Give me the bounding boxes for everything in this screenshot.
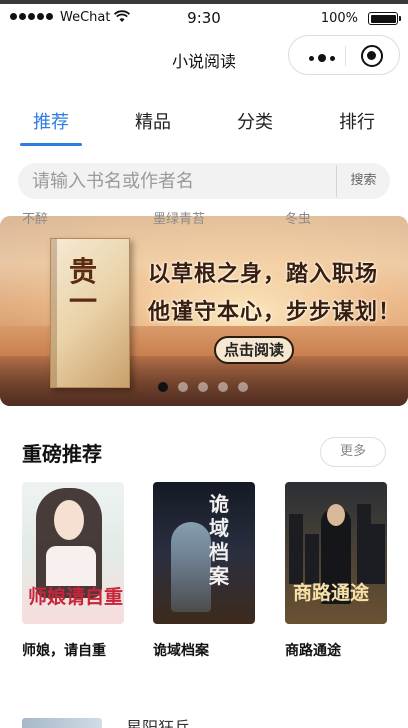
battery-icon bbox=[368, 12, 401, 25]
tab-recommend[interactable]: 推荐 bbox=[16, 108, 86, 134]
section-title: 重磅推荐 bbox=[22, 442, 102, 466]
carousel-dot[interactable] bbox=[238, 382, 248, 392]
search-input[interactable] bbox=[32, 163, 332, 199]
close-target-icon[interactable] bbox=[361, 45, 383, 67]
active-tab-indicator bbox=[20, 143, 82, 146]
book-author: 墨绿青苔 bbox=[153, 212, 206, 227]
next-book-cover[interactable] bbox=[22, 718, 102, 728]
banner-book-title: 贵一 bbox=[69, 255, 98, 318]
book-author: 冬虫 bbox=[285, 212, 312, 227]
carousel-dot[interactable] bbox=[178, 382, 188, 392]
more-dots-icon[interactable] bbox=[309, 54, 335, 62]
book-cover: 诡域档案 bbox=[153, 482, 255, 624]
read-now-button[interactable]: 点击阅读 bbox=[214, 336, 294, 364]
next-book-title[interactable]: 星阳狂兵 bbox=[126, 718, 190, 728]
capsule-divider bbox=[345, 46, 346, 66]
battery-percent: 100% bbox=[320, 11, 358, 26]
miniprogram-capsule bbox=[288, 35, 400, 75]
banner-book-spine bbox=[51, 239, 57, 387]
status-bar: WeChat 9:30 100% bbox=[0, 4, 408, 32]
search-bar: 搜索 bbox=[18, 163, 390, 199]
cover-title: 诡域档案 bbox=[209, 492, 229, 588]
banner-slogan-1: 以草根之身，踏入职场 bbox=[148, 261, 379, 287]
carousel-dot[interactable] bbox=[158, 382, 168, 392]
book-cover: 师娘请自重 bbox=[22, 482, 124, 624]
book-cover: 商路通途 bbox=[285, 482, 387, 624]
tab-category[interactable]: 分类 bbox=[220, 108, 290, 134]
tab-premium[interactable]: 精品 bbox=[118, 108, 188, 134]
tab-ranking[interactable]: 排行 bbox=[322, 108, 392, 134]
carousel-dot[interactable] bbox=[198, 382, 208, 392]
banner-slogan-2: 他谨守本心，步步谋划！ bbox=[148, 299, 402, 325]
carousel-dot[interactable] bbox=[218, 382, 228, 392]
book-author: 不醉 bbox=[22, 212, 49, 227]
search-button[interactable]: 搜索 bbox=[337, 163, 390, 199]
category-tabs: 推荐 精品 分类 排行 bbox=[0, 100, 408, 146]
book-title: 商路通途 bbox=[285, 643, 341, 659]
cover-title: 师娘请自重 bbox=[28, 586, 124, 608]
cover-title: 商路通途 bbox=[293, 582, 370, 604]
carousel-dots bbox=[0, 382, 408, 392]
more-button[interactable]: 更多 bbox=[320, 437, 386, 467]
book-title: 师娘，请自重 bbox=[22, 643, 106, 659]
nav-bar: 小说阅读 bbox=[0, 32, 408, 82]
promo-banner[interactable]: 贵一 以草根之身，踏入职场 他谨守本心，步步谋划！ 点击阅读 bbox=[0, 216, 408, 406]
book-title: 诡域档案 bbox=[153, 643, 209, 659]
book-card[interactable]: 商路通途 商路通途 bbox=[285, 482, 387, 660]
banner-book-cover: 贵一 bbox=[50, 238, 130, 388]
book-card[interactable]: 诡域档案 诡域档案 bbox=[153, 482, 255, 660]
book-card[interactable]: 师娘请自重 师娘，请自重 bbox=[22, 482, 124, 660]
